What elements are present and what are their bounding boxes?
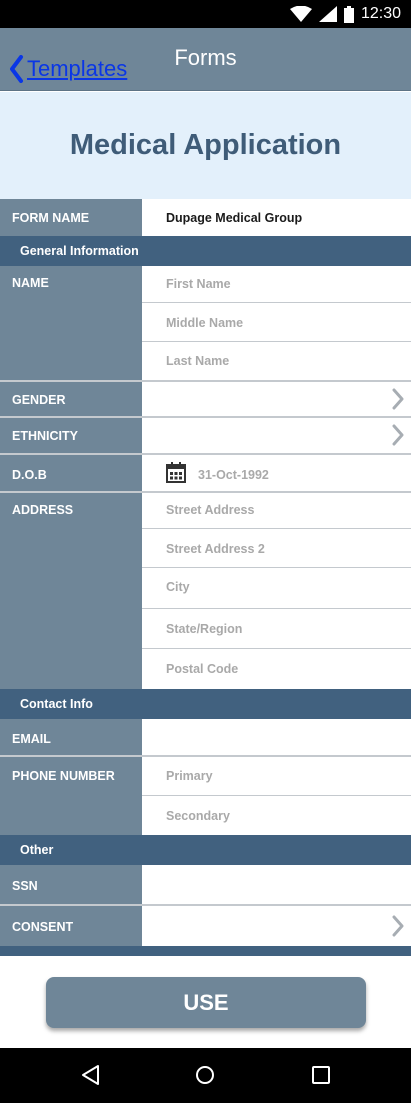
first-name-placeholder: First Name: [166, 277, 231, 291]
last-name-placeholder: Last Name: [166, 354, 230, 368]
email-label: EMAIL: [0, 719, 142, 755]
form-footer-band: [0, 946, 411, 956]
postal-code-placeholder: Postal Code: [166, 662, 239, 676]
status-time: 12:30: [360, 5, 401, 22]
chevron-right-icon: [392, 424, 404, 446]
form-name-value: Dupage Medical Group: [166, 211, 303, 225]
street-address-input[interactable]: Street Address: [142, 493, 411, 528]
middle-name-input[interactable]: Middle Name: [142, 303, 411, 341]
phone-secondary-input[interactable]: Secondary: [142, 796, 411, 835]
section-contact-info: Contact Info: [0, 689, 411, 719]
page-title: Medical Application: [69, 129, 342, 161]
name-label: NAME: [0, 266, 142, 380]
phone-primary-placeholder: Primary: [166, 769, 213, 783]
email-input[interactable]: [142, 719, 411, 755]
battery-icon: [343, 5, 354, 23]
ssn-label: SSN: [0, 865, 142, 904]
postal-code-input[interactable]: Postal Code: [142, 649, 411, 689]
first-name-input[interactable]: First Name: [142, 266, 411, 302]
form-name-field[interactable]: Dupage Medical Group: [142, 199, 411, 236]
signal-icon: [318, 6, 337, 22]
state-region-placeholder: State/Region: [166, 622, 243, 636]
dob-picker[interactable]: 31-Oct-1992: [142, 455, 411, 491]
chevron-right-icon: [392, 388, 404, 410]
gender-label: GENDER: [0, 382, 142, 416]
calendar-icon: [166, 462, 186, 483]
ssn-input[interactable]: [142, 865, 411, 904]
middle-name-placeholder: Middle Name: [166, 316, 244, 330]
status-bar: 12:30: [0, 0, 411, 28]
street-address-placeholder: Street Address: [166, 503, 255, 517]
street-address-2-input[interactable]: Street Address 2: [142, 529, 411, 567]
section-other: Other: [0, 835, 411, 865]
navigation-bar: [0, 1048, 411, 1103]
phone-number-label: PHONE NUMBER: [0, 757, 142, 835]
recents-square-icon[interactable]: [310, 1064, 332, 1086]
use-button[interactable]: USE: [46, 977, 366, 1028]
dob-label: D.O.B: [0, 455, 142, 491]
form-name-label: FORM NAME: [0, 199, 142, 236]
last-name-input[interactable]: Last Name: [142, 342, 411, 380]
dob-placeholder: 31-Oct-1992: [198, 468, 269, 482]
chevron-right-icon: [392, 915, 404, 937]
address-label: ADDRESS: [0, 493, 142, 689]
wifi-icon: [289, 6, 312, 22]
phone-primary-input[interactable]: Primary: [142, 757, 411, 795]
app-bar-title: Forms: [174, 45, 237, 70]
consent-label: CONSENT: [0, 906, 142, 946]
phone-secondary-placeholder: Secondary: [166, 809, 230, 823]
back-triangle-icon[interactable]: [80, 1064, 102, 1086]
consent-select[interactable]: [142, 906, 411, 946]
city-placeholder: City: [166, 580, 190, 594]
gender-select[interactable]: [142, 382, 411, 416]
section-general-information: General Information: [0, 236, 411, 266]
street-address-2-placeholder: Street Address 2: [166, 542, 265, 556]
ethnicity-label: ETHNICITY: [0, 418, 142, 453]
home-circle-icon[interactable]: [194, 1064, 216, 1086]
ethnicity-select[interactable]: [142, 418, 411, 453]
city-input[interactable]: City: [142, 568, 411, 608]
state-region-input[interactable]: State/Region: [142, 609, 411, 648]
